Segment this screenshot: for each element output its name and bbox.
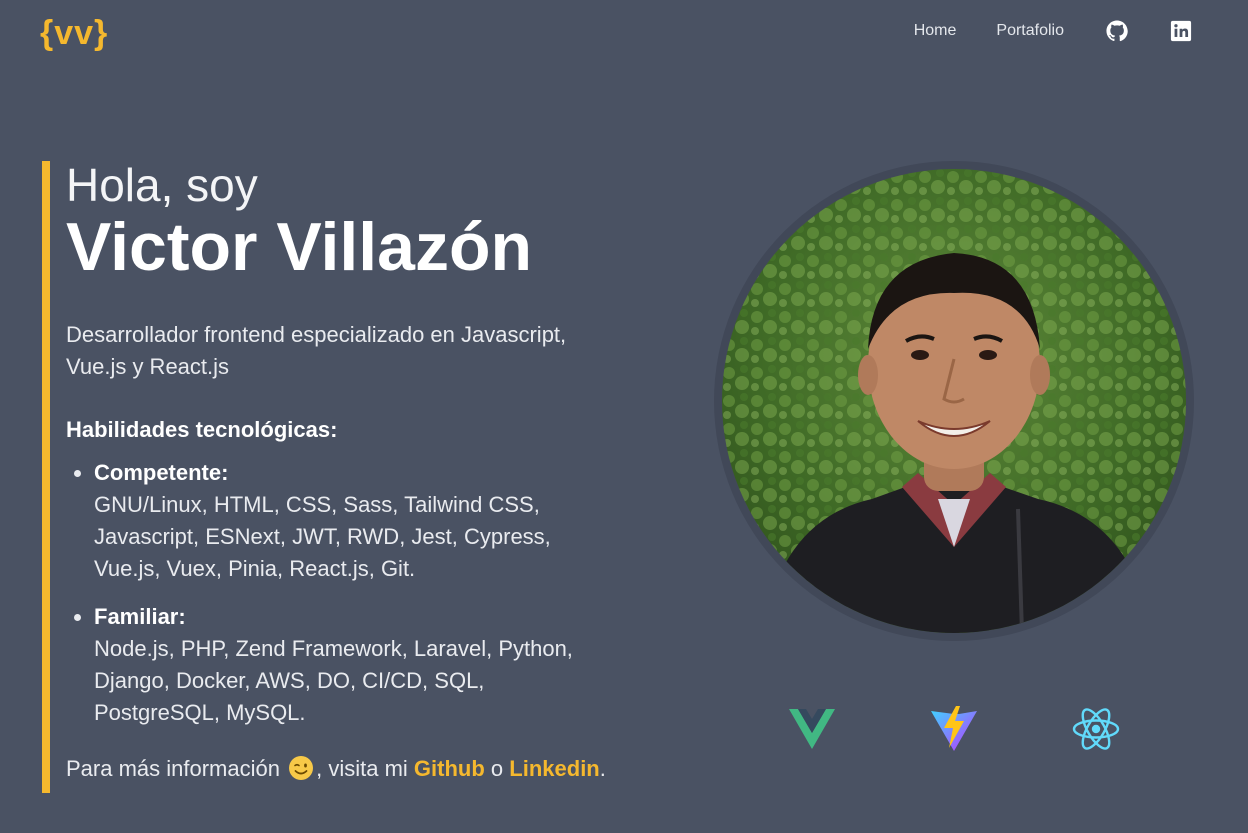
list-item: Familiar: Node.js, PHP, Zend Framework, … — [94, 601, 632, 729]
vue-icon — [787, 704, 837, 754]
main-nav: Home Portafolio — [874, 18, 1192, 44]
skill-label: Familiar: — [94, 604, 186, 629]
skill-items: GNU/Linux, HTML, CSS, Sass, Tailwind CSS… — [94, 492, 551, 581]
avatar-frame — [714, 161, 1194, 641]
nav-home[interactable]: Home — [914, 18, 957, 44]
github-link[interactable]: Github — [414, 756, 485, 781]
hero-section: Hola, soy Victor Villazón Desarrollador … — [42, 161, 632, 793]
logo[interactable]: {vv} — [40, 14, 108, 53]
or-text: o — [490, 756, 504, 781]
skill-items: Node.js, PHP, Zend Framework, Laravel, P… — [94, 636, 573, 725]
avatar — [722, 169, 1186, 633]
more-prefix: Para más información — [66, 756, 280, 781]
github-icon[interactable] — [1106, 20, 1128, 42]
list-item: Competente: GNU/Linux, HTML, CSS, Sass, … — [94, 457, 632, 585]
page-title: Victor Villazón — [66, 209, 533, 285]
skill-label: Competente: — [94, 460, 229, 485]
role-description: Desarrollador frontend especializado en … — [66, 322, 567, 379]
period: . — [599, 756, 606, 781]
wink-emoji-icon — [288, 755, 314, 781]
linkedin-link[interactable]: Linkedin — [509, 756, 599, 781]
skills-list: Competente: GNU/Linux, HTML, CSS, Sass, … — [66, 457, 632, 729]
linkedin-icon[interactable] — [1170, 20, 1192, 42]
greeting: Hola, soy — [66, 159, 258, 211]
vite-icon — [929, 704, 979, 754]
more-info: Para más información , visita mi Github … — [66, 753, 632, 785]
nav-portafolio[interactable]: Portafolio — [996, 18, 1064, 44]
react-icon — [1071, 704, 1121, 754]
skills-title: Habilidades tecnológicas: — [66, 417, 338, 442]
more-middle: , visita mi — [316, 756, 408, 781]
